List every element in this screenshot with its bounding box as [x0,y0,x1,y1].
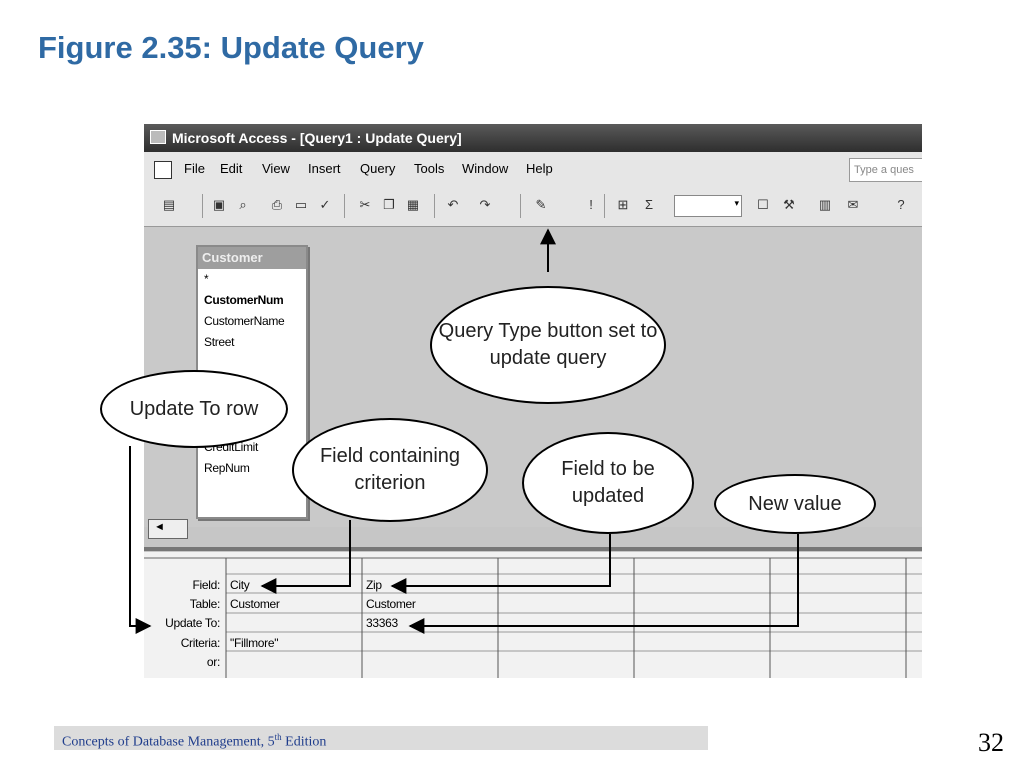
field-list-item[interactable]: CustomerName [198,311,306,332]
callout-query-type: Query Type button set to update query [430,286,666,404]
run-icon[interactable]: ! [582,196,600,214]
help-icon[interactable]: ? [892,196,910,214]
menu-bar: File Edit View Insert Query Tools Window… [144,152,922,186]
field-list-item[interactable]: Street [198,332,306,353]
menu-file[interactable]: File [184,161,205,176]
footer-text: Concepts of Database Management, 5th Edi… [62,732,327,750]
print-icon[interactable]: ⎙ [268,196,286,214]
row-label-or: or: [206,655,220,669]
grid-cell-table-zip[interactable]: Customer [366,597,416,611]
query-design-toolbar: ▤ ▣ ⌕ ⎙ ▭ ✓ ✂ ❐ ▦ ↶ ↷ ✎ ! ⊞ Σ ▾ ☐ ⚒ ▥ ✉ … [144,186,922,227]
design-grid: Field: Table: Update To: Criteria: or: C… [144,552,922,678]
footer-bar: Concepts of Database Management, 5th Edi… [54,726,708,750]
grid-cell-field-zip[interactable]: Zip [366,578,382,592]
print-preview-icon[interactable]: ▭ [292,196,310,214]
grid-cell-field-city[interactable]: City [230,578,250,592]
show-table-icon[interactable]: ⊞ [614,196,632,214]
field-list-item[interactable]: * [198,269,306,290]
menu-view[interactable]: View [262,161,290,176]
properties-icon[interactable]: ☐ [754,196,772,214]
redo-icon[interactable]: ↷ [476,196,494,214]
new-object-icon[interactable]: ✉ [844,196,862,214]
field-list-item-primary-key[interactable]: CustomerNum [198,290,306,311]
grid-cell-update-zip[interactable]: 33363 [366,616,398,630]
grid-cell-table-city[interactable]: Customer [230,597,280,611]
row-label-update-to: Update To: [165,616,220,630]
totals-icon[interactable]: Σ [640,196,658,214]
horizontal-scrollbar[interactable]: ◄ [148,519,188,539]
cut-icon[interactable]: ✂ [356,196,374,214]
view-icon[interactable]: ▤ [160,196,178,214]
field-list-title: Customer [198,247,306,269]
callout-field-updated: Field to be updated [522,432,694,534]
paste-icon[interactable]: ▦ [404,196,422,214]
undo-icon[interactable]: ↶ [444,196,462,214]
window-title: Microsoft Access - [Query1 : Update Quer… [172,130,462,146]
menu-window[interactable]: Window [462,161,508,176]
document-icon[interactable] [154,161,172,179]
top-values-combo[interactable]: ▾ [674,195,742,217]
field-list-item[interactable]: RepNum [198,458,306,479]
spelling-icon[interactable]: ✓ [316,196,334,214]
query-type-icon[interactable]: ✎ [532,196,550,214]
grid-cell-criteria-city[interactable]: "Fillmore" [230,636,279,650]
row-label-table: Table: [189,597,221,611]
callout-update-to-row: Update To row [100,370,288,448]
build-icon[interactable]: ⚒ [780,196,798,214]
ask-question-box[interactable]: Type a ques [849,158,922,182]
menu-tools[interactable]: Tools [414,161,444,176]
menu-query[interactable]: Query [360,161,395,176]
database-window-icon[interactable]: ▥ [816,196,834,214]
row-label-field: Field: [192,578,220,592]
row-label-criteria: Criteria: [180,636,221,650]
search-icon[interactable]: ⌕ [234,196,252,214]
save-icon[interactable]: ▣ [210,196,228,214]
slide-title: Figure 2.35: Update Query [38,30,424,65]
copy-icon[interactable]: ❐ [380,196,398,214]
menu-edit[interactable]: Edit [220,161,242,176]
scroll-left-icon[interactable]: ◄ [154,521,165,533]
menu-help[interactable]: Help [526,161,553,176]
pane-splitter[interactable] [144,547,922,551]
window-titlebar: Microsoft Access - [Query1 : Update Quer… [144,124,922,152]
grid-lines [144,557,922,678]
page-number: 32 [978,728,1004,757]
callout-field-criterion: Field containing criterion [292,418,488,522]
callout-new-value: New value [714,474,876,534]
menu-insert[interactable]: Insert [308,161,341,176]
access-icon [150,130,166,144]
